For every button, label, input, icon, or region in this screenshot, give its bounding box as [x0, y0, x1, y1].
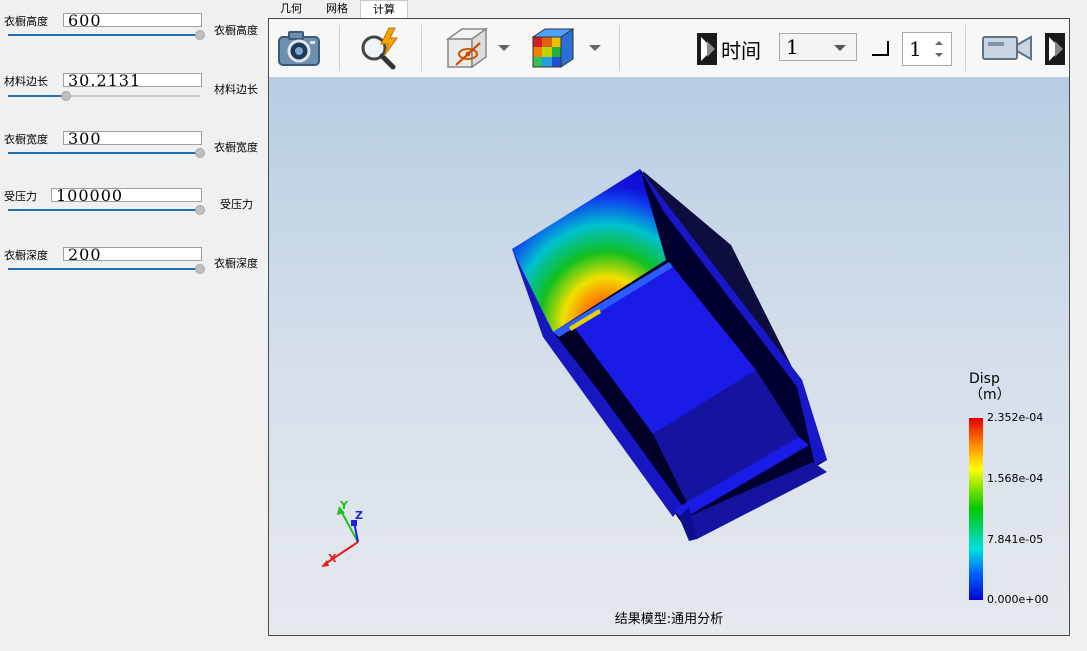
- fem-model: [512, 169, 827, 541]
- scroll-right-arrow-icon[interactable]: [1045, 33, 1065, 65]
- tab-bar: 几何 网格 计算: [268, 0, 408, 19]
- param-input-depth[interactable]: 200: [63, 247, 202, 261]
- 3d-viewport[interactable]: X Y Z Disp （m） 2.352e-04 1.568e-04 7.841…: [269, 77, 1069, 635]
- param-slider-height[interactable]: [8, 30, 205, 40]
- param-label-pressure: 受压力: [4, 190, 37, 203]
- time-select[interactable]: 1: [779, 33, 857, 61]
- scroll-left-arrow-icon[interactable]: [697, 33, 717, 65]
- param-side-label-depth: 衣橱深度: [214, 257, 258, 270]
- param-side-label-pressure: 受压力: [220, 198, 253, 211]
- toolbar: 时间 1 1: [269, 19, 1069, 78]
- time-select-value: 1: [786, 35, 799, 59]
- legend-tick-max: 2.352e-04: [987, 411, 1044, 424]
- param-input-material-edge[interactable]: 30.2131: [63, 73, 202, 87]
- param-label-width: 衣橱宽度: [4, 133, 48, 146]
- param-slider-pressure[interactable]: [8, 205, 205, 215]
- step-spinbox[interactable]: 1: [902, 32, 952, 66]
- step-corner-icon: [872, 41, 889, 56]
- tab-geometry[interactable]: 几何: [268, 0, 314, 18]
- slider-knob[interactable]: [195, 148, 205, 158]
- param-input-pressure[interactable]: 100000: [51, 188, 202, 202]
- result-model-label: 结果模型:通用分析: [614, 612, 724, 627]
- record-video-button[interactable]: [979, 24, 1035, 72]
- param-slider-width[interactable]: [8, 148, 205, 158]
- param-label-depth: 衣橱深度: [4, 249, 48, 262]
- compute-pane: 时间 1 1 X Y Z Disp （m） 2.352e-04 1.568e-0…: [268, 18, 1070, 636]
- param-side-label-width: 衣橱宽度: [214, 141, 258, 154]
- legend-title: Disp （m）: [969, 371, 1011, 403]
- param-side-label-material-edge: 材料边长: [214, 83, 258, 96]
- spin-up-icon[interactable]: [935, 41, 943, 45]
- axis-y-label: Y: [340, 499, 348, 512]
- param-side-label-height: 衣橱高度: [214, 24, 258, 37]
- spin-down-icon[interactable]: [935, 53, 943, 57]
- chevron-down-icon: [589, 45, 601, 51]
- slider-knob[interactable]: [195, 30, 205, 40]
- screenshot-button[interactable]: [273, 24, 325, 72]
- slider-knob[interactable]: [60, 91, 71, 101]
- legend-tick-min: 0.000e+00: [987, 593, 1049, 606]
- tab-mesh[interactable]: 网格: [314, 0, 360, 18]
- quick-zoom-button[interactable]: [355, 24, 407, 72]
- legend-color-bar: [969, 418, 983, 600]
- param-slider-material-edge[interactable]: [8, 91, 200, 101]
- legend-title-unit: （m）: [969, 387, 1011, 403]
- slider-knob[interactable]: [195, 205, 205, 215]
- tab-compute[interactable]: 计算: [360, 0, 408, 19]
- legend-tick: 1.568e-04: [987, 472, 1044, 485]
- contour-dropdown[interactable]: [525, 24, 605, 72]
- zoom-bolt-icon: [361, 27, 398, 70]
- param-label-height: 衣橱高度: [4, 15, 48, 28]
- axis-x-label: X: [328, 552, 337, 565]
- param-input-height[interactable]: 600: [63, 13, 202, 27]
- param-slider-depth[interactable]: [8, 264, 205, 274]
- axis-z-label: Z: [355, 509, 363, 522]
- legend-tick: 7.841e-05: [987, 533, 1044, 546]
- step-spinbox-value: 1: [909, 37, 922, 61]
- color-cube-icon: [531, 28, 575, 68]
- hide-cube-icon: [445, 27, 489, 69]
- chevron-down-icon: [834, 45, 846, 51]
- visibility-dropdown[interactable]: [437, 24, 515, 72]
- chevron-down-icon: [498, 45, 510, 51]
- legend-title-name: Disp: [969, 371, 1000, 387]
- param-label-material-edge: 材料边长: [4, 75, 48, 88]
- time-label: 时间: [721, 39, 761, 63]
- camera-icon: [278, 31, 320, 66]
- param-input-width[interactable]: 300: [63, 131, 202, 145]
- slider-knob[interactable]: [195, 264, 205, 274]
- video-camera-icon: [982, 35, 1032, 61]
